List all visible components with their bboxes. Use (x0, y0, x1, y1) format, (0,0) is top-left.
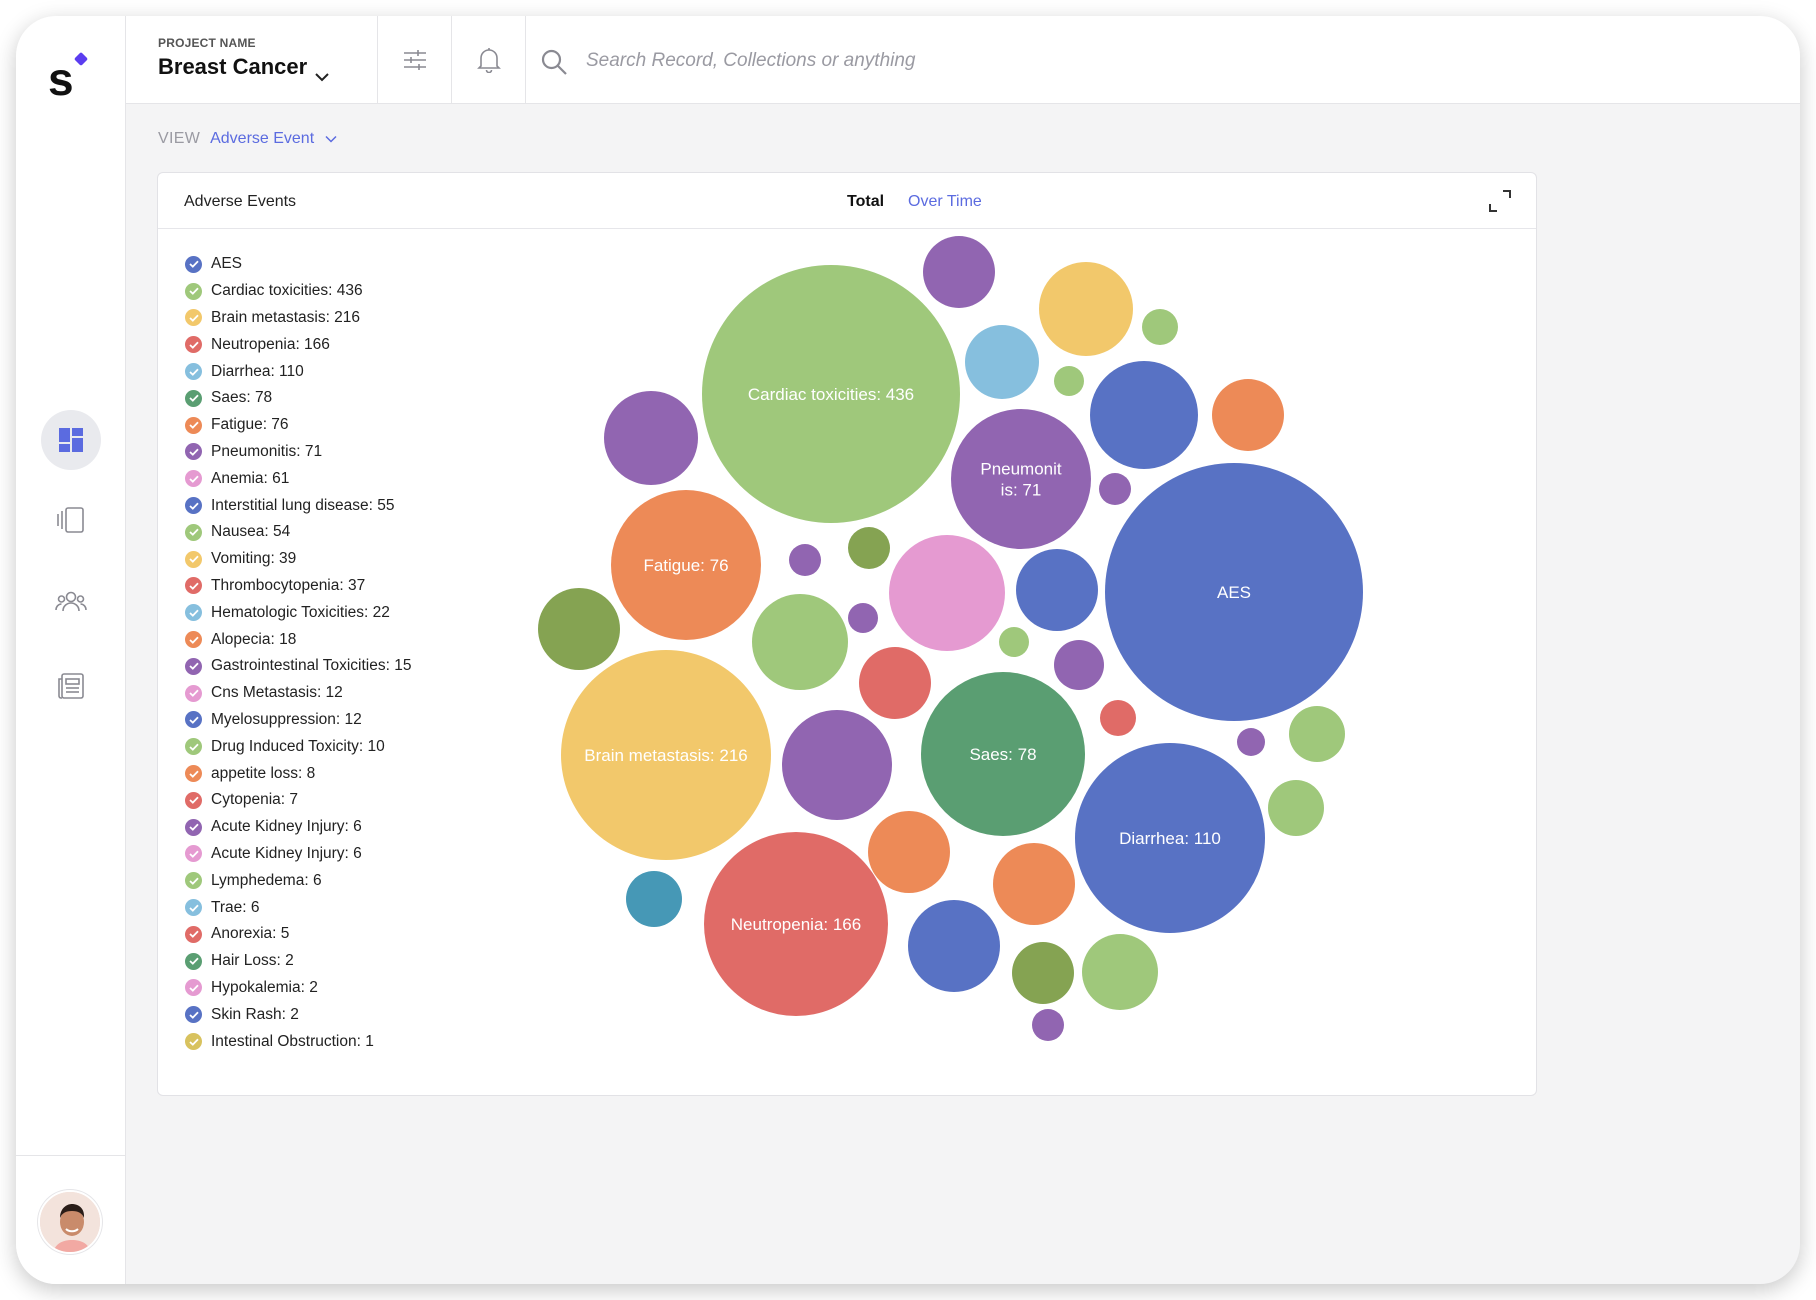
collections-icon (57, 507, 84, 533)
bubble-label: Saes: 78 (969, 745, 1036, 764)
bubble[interactable] (889, 535, 1005, 651)
sidebar-divider (16, 1155, 126, 1156)
bubble[interactable] (1016, 549, 1098, 631)
bubble[interactable] (1099, 473, 1131, 505)
bubble[interactable] (993, 843, 1075, 925)
bubble[interactable] (868, 811, 950, 893)
top-bar: PROJECT NAME Breast Cancer (126, 16, 1800, 104)
search-input[interactable] (586, 44, 1186, 78)
bubble[interactable] (848, 603, 878, 633)
bell-icon (476, 48, 501, 73)
bubble[interactable] (1090, 361, 1198, 469)
bubble-label: AES (1217, 583, 1251, 602)
bubble-label: Pneumonit (980, 459, 1062, 478)
bubble[interactable] (1237, 728, 1265, 756)
bubble[interactable] (923, 236, 995, 308)
bubble[interactable] (538, 588, 620, 670)
bubble[interactable] (604, 391, 698, 485)
project-selector[interactable]: PROJECT NAME Breast Cancer (126, 16, 378, 104)
sidebar-item-dashboard[interactable] (41, 410, 101, 470)
dashboard-icon (59, 428, 83, 452)
bubble[interactable] (782, 710, 892, 820)
filter-sliders-icon (403, 50, 426, 70)
bubble[interactable] (1082, 934, 1158, 1010)
bubble-label: Neutropenia: 166 (731, 915, 861, 934)
bubble[interactable] (999, 627, 1029, 657)
bubble[interactable] (1012, 942, 1074, 1004)
chevron-down-icon[interactable] (325, 135, 337, 143)
view-value[interactable]: Adverse Event (210, 130, 314, 147)
bubble[interactable] (626, 871, 682, 927)
sidebar-item-news[interactable] (41, 656, 101, 716)
news-icon (58, 673, 84, 699)
bubble[interactable] (1039, 262, 1133, 356)
bubble[interactable] (1054, 640, 1104, 690)
bubble[interactable] (1212, 379, 1284, 451)
adverse-events-panel: Adverse Events Total Over Time AES Cardia… (157, 172, 1537, 1096)
avatar[interactable] (38, 1190, 102, 1254)
search-icon (541, 49, 567, 75)
project-label: PROJECT NAME (158, 36, 256, 50)
bubble-label: Diarrhea: 110 (1119, 829, 1221, 848)
bubble[interactable] (1032, 1009, 1064, 1041)
bubble-pneumonitis[interactable] (951, 409, 1091, 549)
bubble[interactable] (859, 647, 931, 719)
bubble[interactable] (1268, 780, 1324, 836)
app-logo[interactable]: s (48, 52, 74, 106)
bubble-label: Fatigue: 76 (643, 556, 728, 575)
chevron-down-icon[interactable] (314, 72, 330, 82)
users-icon (55, 591, 87, 612)
sidebar-item-collections[interactable] (41, 490, 101, 550)
bubble-label: is: 71 (1001, 481, 1042, 500)
filter-button[interactable] (378, 16, 452, 104)
view-selector[interactable]: VIEW Adverse Event (158, 130, 337, 148)
notifications-button[interactable] (452, 16, 526, 104)
bubble[interactable] (789, 544, 821, 576)
bubble[interactable] (848, 527, 890, 569)
view-label: VIEW (158, 130, 201, 147)
search-button[interactable] (540, 48, 568, 81)
bubble-chart: AES Cardiac toxicities: 436 Brain metastas… (538, 236, 1363, 1041)
sidebar-item-users[interactable] (41, 572, 101, 632)
bubble[interactable] (1100, 700, 1136, 736)
bubble[interactable] (908, 900, 1000, 992)
user-avatar-icon (40, 1192, 100, 1252)
bubble[interactable] (965, 325, 1039, 399)
bubble-label: Cardiac toxicities: 436 (748, 385, 914, 404)
bubble[interactable] (1054, 366, 1084, 396)
logo-accent-icon (73, 51, 89, 67)
sidebar: s (16, 16, 126, 1284)
project-name: Breast Cancer (158, 54, 308, 79)
bubble[interactable] (1289, 706, 1345, 762)
app-window: s PROJECT NAME Breast Cancer Search Reco… (16, 16, 1800, 1284)
bubble-label: Brain metastasis: 216 (584, 746, 747, 765)
bubble[interactable] (752, 594, 848, 690)
bubble[interactable] (1142, 309, 1178, 345)
